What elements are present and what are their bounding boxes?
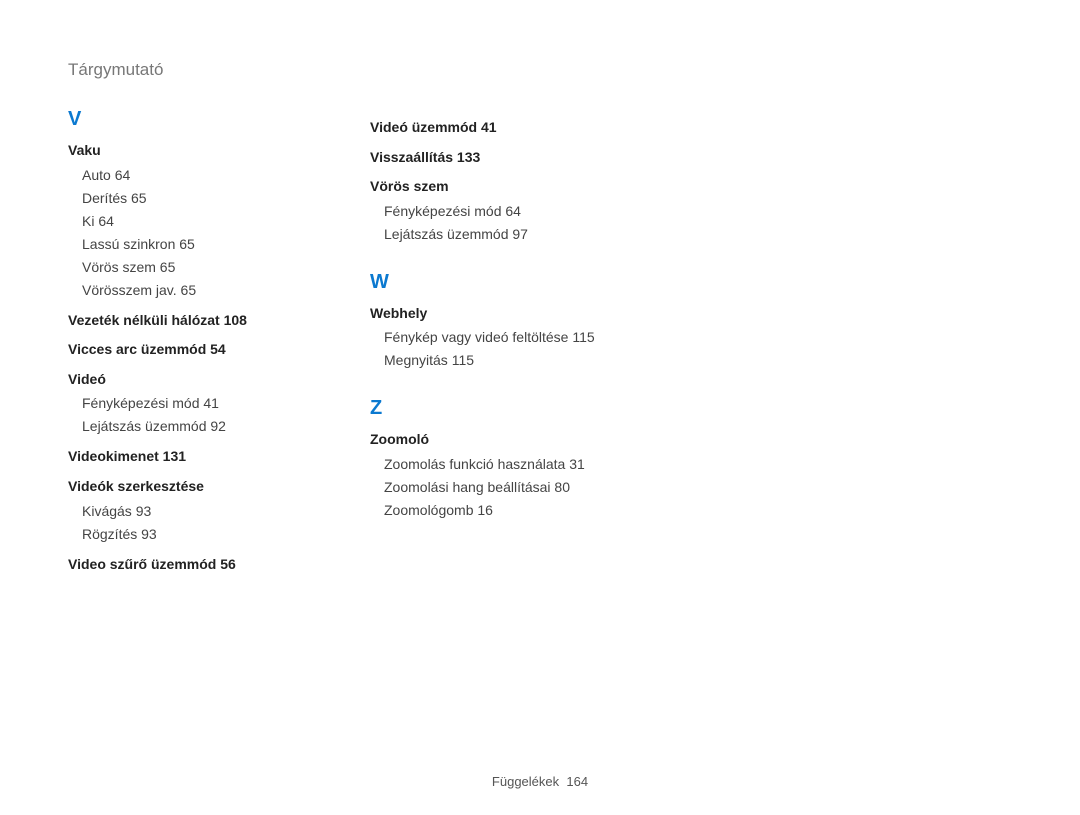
spacer — [370, 373, 600, 397]
index-term: Videók szerkesztése — [68, 477, 298, 497]
index-subentry: Zoomolási hang beállításai 80 — [384, 477, 600, 498]
index-columns: V Vaku Auto 64Derítés 65Ki 64Lassú szinkro… — [68, 108, 1012, 578]
index-subentry: Lassú szinkron 65 — [82, 234, 298, 255]
index-term: Vaku — [68, 141, 298, 161]
index-letter: V — [68, 108, 298, 131]
index-col-1: V Vaku Auto 64Derítés 65Ki 64Lassú szinkro… — [68, 108, 298, 578]
index-subentry: Megnyitás 115 — [384, 350, 600, 371]
index-subentry: Vörösszem jav. 65 — [82, 280, 298, 301]
index-term: Visszaállítás 133 — [370, 148, 600, 168]
index-term: Zoomoló — [370, 430, 600, 450]
index-term: Videokimenet 131 — [68, 447, 298, 467]
index-col-2: Videó üzemmód 41 Visszaállítás 133 Vörös s… — [370, 108, 600, 578]
footer-page-number: 164 — [566, 774, 588, 789]
index-term: Videó üzemmód 41 — [370, 118, 600, 138]
page: Tárgymutató VVakuAuto 64Derítés 65Ki 64L… — [0, 0, 1080, 815]
index-term: Webhely — [370, 304, 600, 324]
index-subentry: Lejátszás üzemmód 92 — [82, 416, 298, 437]
index-term: Vörös szem — [370, 177, 600, 197]
index-subentry: Derítés 65 — [82, 188, 298, 209]
index-letter: W — [370, 271, 600, 294]
index-term: Video szűrő üzemmód 56 — [68, 555, 298, 575]
footer-label: Függelékek — [492, 774, 559, 789]
index-subentry: Fényképezési mód 64 — [384, 201, 600, 222]
page-title: Tárgymutató — [68, 60, 1012, 80]
index-subentry: Auto 64 — [82, 165, 298, 186]
spacer — [370, 247, 600, 271]
index-subentry: Fényképezési mód 41 — [82, 393, 298, 414]
index-subentry: Lejátszás üzemmód 97 — [384, 224, 600, 245]
index-subentry: Rögzítés 93 — [82, 524, 298, 545]
index-subentry: Fénykép vagy videó feltöltése 115 — [384, 327, 600, 348]
index-subentry: Vörös szem 65 — [82, 257, 298, 278]
page-footer: Függelékek 164 — [0, 774, 1080, 789]
index-letter: Z — [370, 397, 600, 420]
index-term: Vicces arc üzemmód 54 — [68, 340, 298, 360]
index-term: Vezeték nélküli hálózat 108 — [68, 311, 298, 331]
index-subentry: Zoomolás funkció használata 31 — [384, 454, 600, 475]
index-term: Videó — [68, 370, 298, 390]
index-subentry: Zoomológomb 16 — [384, 500, 600, 521]
index-subentry: Kivágás 93 — [82, 501, 298, 522]
index-subentry: Ki 64 — [82, 211, 298, 232]
